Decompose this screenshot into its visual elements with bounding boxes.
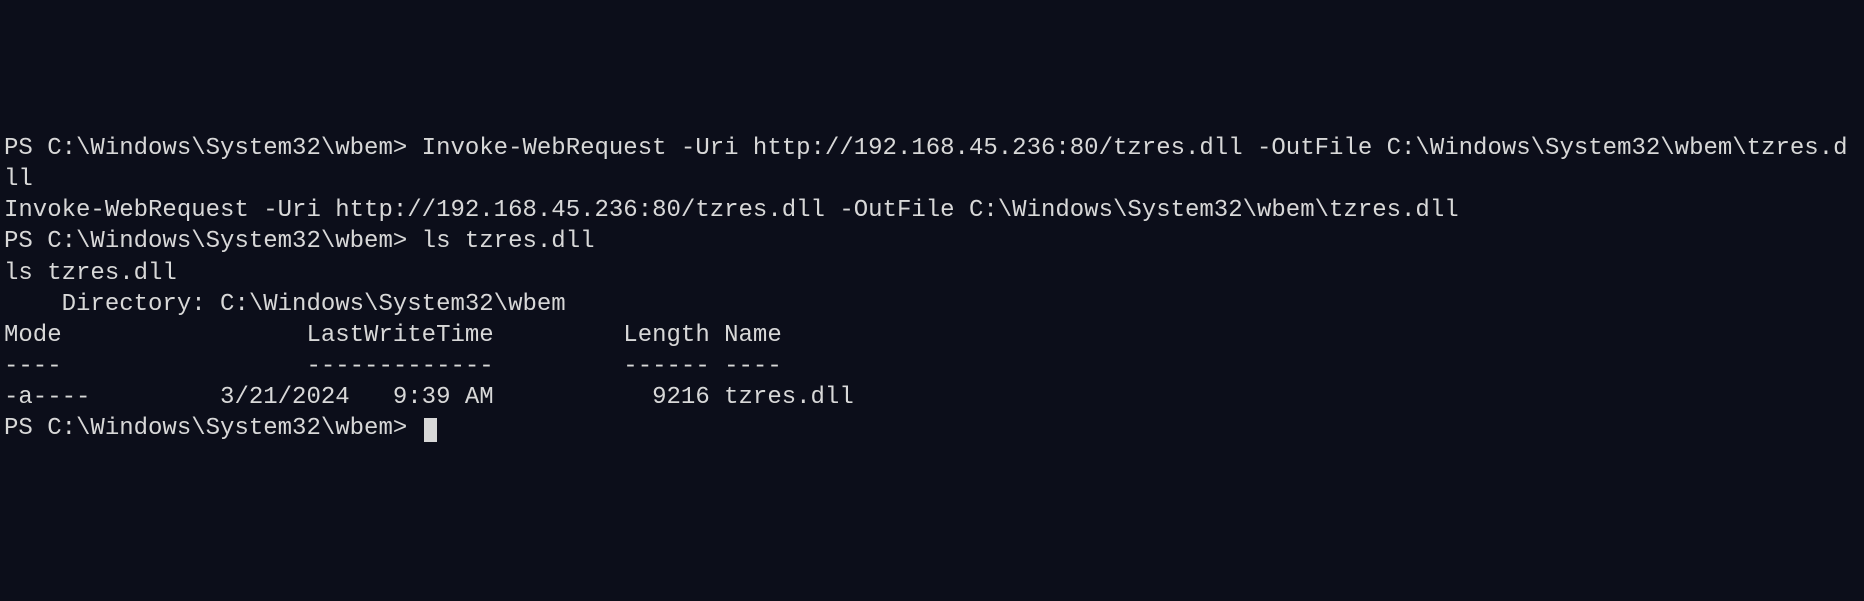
terminal-output[interactable]: PS C:\Windows\System32\wbem> Invoke-WebR… <box>4 133 1860 445</box>
prompt-text: PS C:\Windows\System32\wbem> <box>4 415 422 442</box>
table-row: -a---- 3/21/2024 9:39 AM 9216 tzres.dll <box>4 382 1860 413</box>
command-line-2: PS C:\Windows\System32\wbem> ls tzres.dl… <box>4 226 1860 257</box>
directory-header: Directory: C:\Windows\System32\wbem <box>4 289 1860 320</box>
output-line-1: Invoke-WebRequest -Uri http://192.168.45… <box>4 195 1860 226</box>
cursor <box>424 418 437 442</box>
table-divider: ---- ------------- ------ ---- <box>4 351 1860 382</box>
output-line-2: ls tzres.dll <box>4 258 1860 289</box>
prompt[interactable]: PS C:\Windows\System32\wbem> <box>4 415 437 442</box>
table-header: Mode LastWriteTime Length Name <box>4 320 1860 351</box>
command-line-1: PS C:\Windows\System32\wbem> Invoke-WebR… <box>4 133 1860 195</box>
